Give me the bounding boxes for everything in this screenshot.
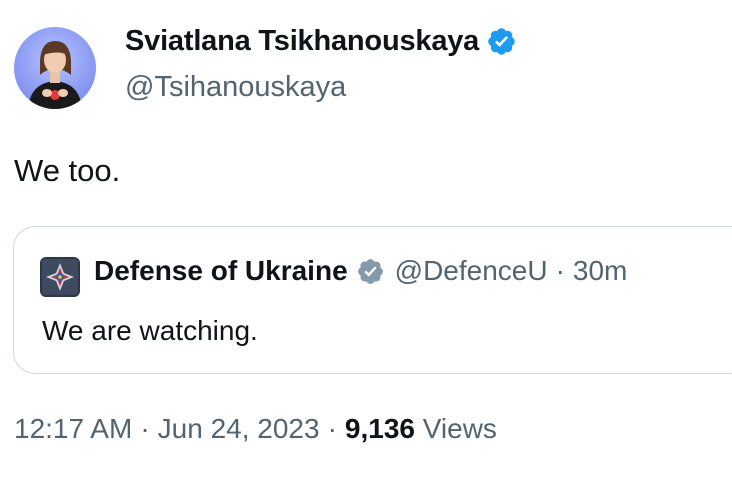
tweet: Sviatlana Tsikhanouskaya @Tsihanouskaya …	[0, 0, 732, 479]
views-label: Views	[422, 413, 497, 444]
quoted-author-name[interactable]: Defense of Ukraine	[94, 255, 348, 287]
author-name-text: Sviatlana Tsikhanouskaya	[125, 25, 480, 57]
quoted-author-avatar[interactable]	[40, 257, 80, 297]
quoted-tweet-time[interactable]: 30m	[573, 255, 627, 287]
meta-separator-dot: ·	[140, 413, 150, 444]
author-handle[interactable]: @Tsihanouskaya	[125, 71, 346, 104]
quoted-tweet-card[interactable]: Defense of Ukraine @DefenceU · 30m We ar…	[13, 226, 732, 374]
tweet-time[interactable]: 12:17 AM	[14, 413, 132, 444]
tweet-meta: 12:17 AM · Jun 24, 2023 · 9,136 Views	[14, 413, 497, 445]
tweet-date[interactable]: Jun 24, 2023	[158, 413, 320, 444]
quoted-tweet-text: We are watching.	[42, 315, 258, 346]
verified-badge-icon	[486, 26, 517, 57]
views-count: 9,136	[344, 413, 415, 444]
meta-separator-dot: ·	[327, 413, 337, 444]
author-name[interactable]: Sviatlana Tsikhanouskaya	[125, 25, 517, 58]
tweet-text: We too.	[14, 153, 121, 188]
gray-verified-badge-icon	[356, 257, 385, 286]
quoted-tweet-header: Defense of Ukraine @DefenceU · 30m	[94, 255, 627, 287]
quoted-author-handle[interactable]: @DefenceU	[395, 255, 548, 287]
author-avatar[interactable]	[14, 27, 96, 109]
quoted-separator-dot: ·	[555, 255, 565, 286]
